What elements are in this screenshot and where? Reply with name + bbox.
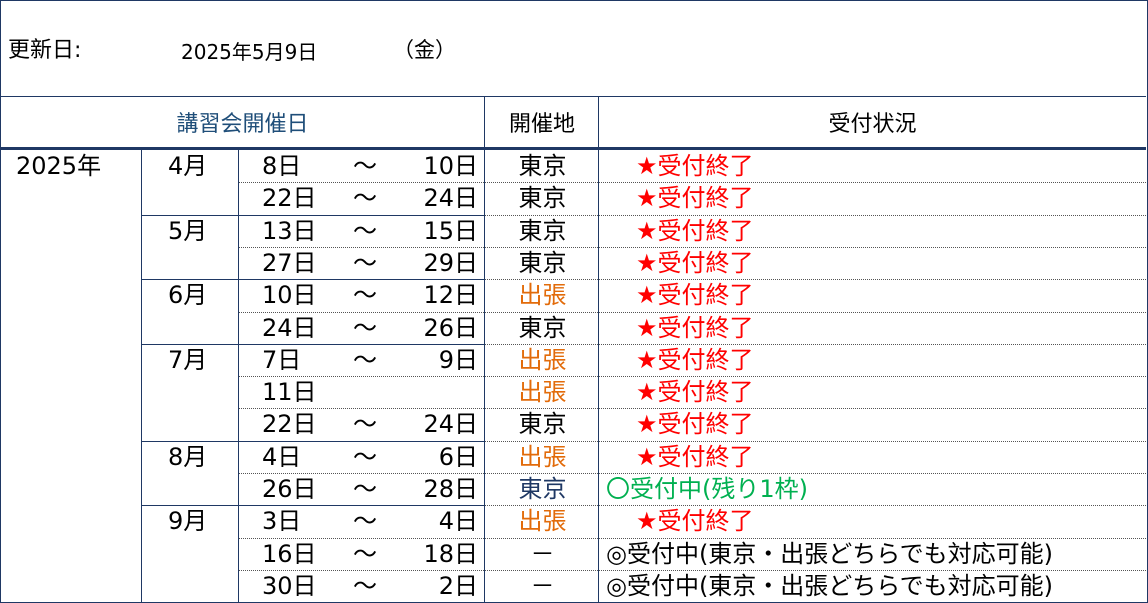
start-day: 24日 <box>262 313 317 342</box>
end-day: 10日 <box>423 152 478 180</box>
end-day: 29日 <box>423 248 478 277</box>
update-weekday: （金） <box>393 38 456 62</box>
update-bar: 更新日: 2025年5月9日 （金） <box>0 0 1146 97</box>
range-tilde: ～ <box>353 571 377 600</box>
range-tilde: ～ <box>353 184 377 213</box>
venue-cell: 東京 <box>518 475 567 503</box>
status-cell: ★受付終了 <box>636 442 754 471</box>
col-divider-year <box>141 150 142 602</box>
range-tilde: ～ <box>353 152 377 180</box>
start-day: 27日 <box>262 248 317 277</box>
start-day: 30日 <box>262 571 317 600</box>
start-day: 3日 <box>262 507 302 536</box>
range-tilde: ～ <box>353 345 377 374</box>
start-day: 26日 <box>262 475 317 503</box>
range-tilde: ～ <box>353 410 377 439</box>
update-label: 更新日: <box>8 38 82 63</box>
range-tilde: ～ <box>353 313 377 342</box>
venue-cell: 出張 <box>518 345 567 374</box>
header-venue: 開催地 <box>508 112 575 137</box>
header-status: 受付状況 <box>828 112 917 137</box>
venue-cell: 出張 <box>518 442 567 471</box>
month-label: 6月 <box>168 281 208 310</box>
status-cell: ◎受付中(東京・出張どちらでも対応可能) <box>606 571 1053 600</box>
end-day: 4日 <box>438 507 478 536</box>
range-tilde: ～ <box>353 539 377 568</box>
status-cell: ★受付終了 <box>636 184 754 213</box>
range-tilde <box>350 376 380 408</box>
venue-cell: － <box>530 571 555 600</box>
status-cell: ◎受付中(東京・出張どちらでも対応可能) <box>606 539 1053 568</box>
range-tilde: ～ <box>353 248 377 277</box>
status-cell: 〇受付中(残り1枠) <box>606 475 808 503</box>
start-day: 16日 <box>262 539 317 568</box>
status-cell: ★受付終了 <box>636 378 754 407</box>
range-tilde: ～ <box>353 216 377 245</box>
venue-cell: 東京 <box>518 248 567 277</box>
venue-cell: 出張 <box>518 378 567 407</box>
range-tilde: ～ <box>353 507 377 536</box>
end-day: 28日 <box>423 475 478 503</box>
status-cell: ★受付終了 <box>636 507 754 536</box>
venue-cell: 東京 <box>518 410 567 439</box>
venue-cell: － <box>530 539 555 568</box>
month-label: 4月 <box>168 152 208 180</box>
start-day: 8日 <box>262 152 302 180</box>
venue-cell: 東京 <box>518 313 567 342</box>
end-day: 24日 <box>423 410 478 439</box>
start-day: 7日 <box>262 345 302 374</box>
end-day: 24日 <box>423 184 478 213</box>
start-day: 10日 <box>262 281 317 310</box>
header-divider-venue <box>484 97 485 147</box>
status-cell: ★受付終了 <box>636 410 754 439</box>
end-day: 9日 <box>438 345 478 374</box>
start-day: 11日 <box>262 378 317 407</box>
status-cell: ★受付終了 <box>636 216 754 245</box>
status-cell: ★受付終了 <box>636 248 754 277</box>
status-cell: ★受付終了 <box>636 345 754 374</box>
month-label: 9月 <box>168 507 208 536</box>
range-tilde: ～ <box>353 475 377 503</box>
month-label: 8月 <box>168 442 208 471</box>
venue-cell: 東京 <box>518 152 567 180</box>
venue-cell: 出張 <box>518 507 567 536</box>
end-day: 26日 <box>423 313 478 342</box>
end-day: 15日 <box>423 216 478 245</box>
start-day: 13日 <box>262 216 317 245</box>
venue-cell: 東京 <box>518 216 567 245</box>
venue-cell: 東京 <box>518 184 567 213</box>
month-label: 7月 <box>168 345 208 374</box>
venue-cell: 出張 <box>518 281 567 310</box>
start-day: 4日 <box>262 442 302 471</box>
header-dates: 講習会開催日 <box>176 112 309 137</box>
end-day: 18日 <box>423 539 478 568</box>
range-tilde: ～ <box>353 442 377 471</box>
status-cell: ★受付終了 <box>636 152 754 180</box>
end-day <box>400 376 478 408</box>
start-day: 22日 <box>262 410 317 439</box>
status-cell: ★受付終了 <box>636 281 754 310</box>
end-day: 12日 <box>423 281 478 310</box>
month-label: 5月 <box>168 216 208 245</box>
update-date: 2025年5月9日 <box>181 40 318 64</box>
header-divider-status <box>598 97 599 147</box>
end-day: 2日 <box>438 571 478 600</box>
end-day: 6日 <box>438 442 478 471</box>
status-cell: ★受付終了 <box>636 313 754 342</box>
year-label: 2025年 <box>16 152 102 180</box>
range-tilde: ～ <box>353 281 377 310</box>
start-day: 22日 <box>262 184 317 213</box>
